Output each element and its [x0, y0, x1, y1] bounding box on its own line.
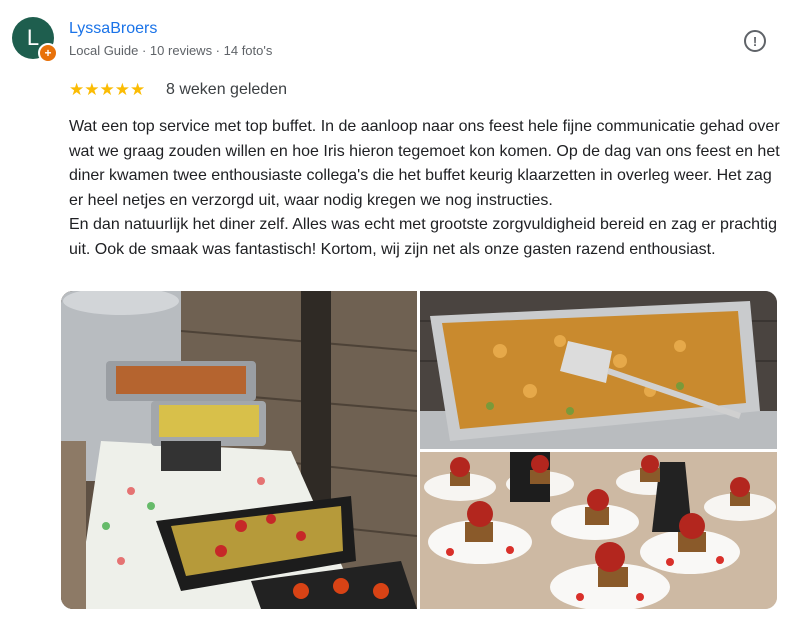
review-text: Wat een top service met top buffet. In d…: [69, 118, 780, 258]
report-icon[interactable]: !: [744, 30, 766, 52]
avatar-initial: L: [26, 25, 40, 50]
reviewer-name[interactable]: LyssaBroers: [69, 20, 157, 38]
photo-grid: [61, 291, 777, 609]
review-photo-desserts[interactable]: [420, 452, 777, 609]
review-date: 8 weken geleden: [166, 81, 287, 98]
local-guide-badge-icon: +: [38, 43, 58, 63]
review-photo-buffet-table[interactable]: [61, 291, 417, 609]
star-rating: ★★★★★: [69, 80, 146, 99]
review-photo-chafing-dish[interactable]: [420, 291, 777, 449]
reviewer-meta[interactable]: Local Guide · 10 reviews · 14 foto's: [69, 43, 272, 58]
